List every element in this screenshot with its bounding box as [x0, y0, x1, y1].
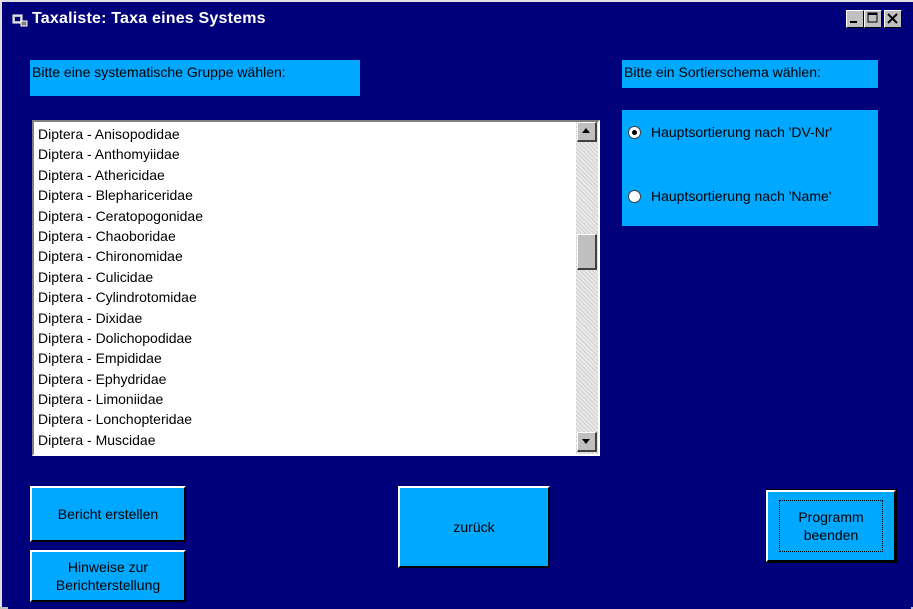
- arrow-down-icon: [582, 439, 590, 444]
- radio-name[interactable]: [628, 189, 641, 203]
- maximize-button[interactable]: [864, 10, 882, 28]
- scroll-thumb[interactable]: [577, 234, 597, 270]
- taxa-group-listbox[interactable]: Diptera - Anisopodidae Diptera - Anthomyi…: [32, 120, 600, 456]
- list-item[interactable]: Diptera - Culicidae: [38, 267, 568, 287]
- create-report-button[interactable]: Bericht erstellen: [30, 486, 186, 542]
- report-hints-button[interactable]: Hinweise zur Berichterstellung: [30, 550, 186, 602]
- close-icon: [887, 13, 898, 24]
- list-item[interactable]: Diptera - Dixidae: [38, 308, 568, 328]
- quit-program-button[interactable]: Programm beenden: [765, 489, 897, 563]
- quit-label-line1: Programm: [798, 509, 864, 525]
- list-item[interactable]: Diptera - Muscidae: [38, 430, 568, 450]
- sort-options-panel: Hauptsortierung nach 'DV-Nr' Hauptsortie…: [622, 110, 878, 226]
- list-item[interactable]: Diptera - Cylindrotomidae: [38, 287, 568, 307]
- listbox-scrollbar[interactable]: [576, 122, 598, 454]
- list-item[interactable]: Diptera - Athericidae: [38, 165, 568, 185]
- list-item[interactable]: Diptera - Chaoboridae: [38, 226, 568, 246]
- radio-dvnr[interactable]: [628, 125, 641, 139]
- title-bar[interactable]: Taxaliste: Taxa eines Systems: [4, 4, 911, 35]
- listbox-items: Diptera - Anisopodidae Diptera - Anthomyi…: [38, 124, 568, 450]
- scroll-up-button[interactable]: [577, 122, 597, 142]
- sort-option-name[interactable]: Hauptsortierung nach 'Name': [628, 188, 831, 204]
- window-title: Taxaliste: Taxa eines Systems: [32, 10, 266, 27]
- sort-option-name-label: Hauptsortierung nach 'Name': [651, 188, 832, 204]
- report-hints-label-line1: Hinweise zur: [67, 559, 149, 575]
- sort-option-dvnr-label: Hauptsortierung nach 'DV-Nr': [651, 124, 833, 140]
- list-item[interactable]: Diptera - Empididae: [38, 348, 568, 368]
- app-window: Taxaliste: Taxa eines Systems Bitte eine…: [0, 0, 913, 609]
- list-item[interactable]: Diptera - Anisopodidae: [38, 124, 568, 144]
- back-label: zurück: [453, 519, 495, 535]
- list-item[interactable]: Diptera - Ephydridae: [38, 369, 568, 389]
- create-report-label: Bericht erstellen: [57, 506, 159, 522]
- list-item[interactable]: Diptera - Anthomyiidae: [38, 144, 568, 164]
- quit-focus-rect: Programm beenden: [779, 500, 883, 552]
- list-item[interactable]: Diptera - Dolichopodidae: [38, 328, 568, 348]
- group-select-label: Bitte eine systematische Gruppe wählen:: [30, 60, 360, 96]
- minimize-button[interactable]: [846, 10, 864, 28]
- arrow-up-icon: [582, 128, 590, 133]
- close-button[interactable]: [884, 10, 902, 28]
- sort-scheme-label: Bitte ein Sortierschema wählen:: [622, 60, 878, 88]
- scroll-down-button[interactable]: [577, 432, 597, 452]
- list-item[interactable]: Diptera - Ceratopogonidae: [38, 206, 568, 226]
- sort-option-dvnr[interactable]: Hauptsortierung nach 'DV-Nr': [628, 124, 832, 140]
- minimize-icon: [850, 21, 857, 23]
- list-item[interactable]: Diptera - Limoniidae: [38, 389, 568, 409]
- list-item[interactable]: Diptera - Lonchopteridae: [38, 409, 568, 429]
- list-item[interactable]: Diptera - Chironomidae: [38, 246, 568, 266]
- app-icon[interactable]: [12, 12, 28, 28]
- report-hints-label-line2: Berichterstellung: [55, 577, 161, 593]
- quit-label-line2: beenden: [803, 527, 859, 543]
- list-item[interactable]: Diptera - Blephariceridae: [38, 185, 568, 205]
- maximize-icon: [867, 12, 878, 23]
- back-button[interactable]: zurück: [398, 486, 550, 568]
